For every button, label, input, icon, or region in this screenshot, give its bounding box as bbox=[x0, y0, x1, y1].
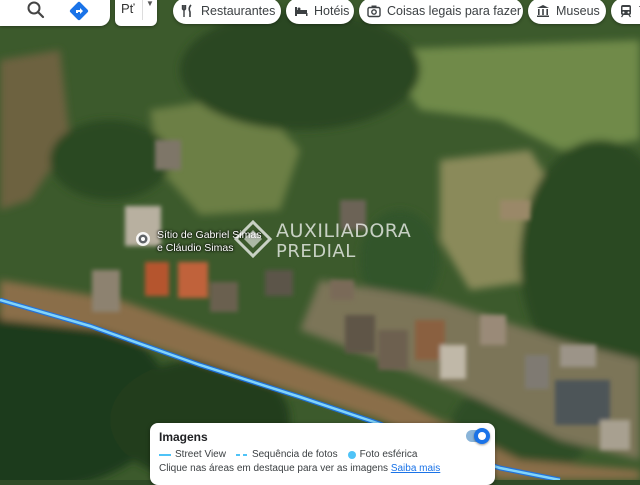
fork-knife-icon bbox=[181, 4, 192, 17]
layer-selector-divider bbox=[142, 0, 143, 20]
search-box[interactable] bbox=[0, 0, 110, 26]
bed-icon bbox=[295, 7, 308, 16]
layer-selector-label: Pť bbox=[121, 1, 135, 16]
watermark-logo bbox=[234, 220, 272, 259]
chip-label: Hotéis bbox=[314, 4, 350, 18]
chip-museus[interactable]: Museus bbox=[528, 0, 606, 24]
legend-street-view: Street View bbox=[159, 449, 226, 460]
imagery-toggle[interactable] bbox=[466, 428, 490, 444]
chip-transit[interactable]: T bbox=[611, 0, 640, 24]
legend-label: Foto esférica bbox=[359, 449, 418, 460]
chevron-down-icon[interactable]: ▼ bbox=[146, 0, 154, 8]
chip-hoteis[interactable]: Hotéis bbox=[286, 0, 354, 24]
chip-restaurantes[interactable]: Restaurantes bbox=[173, 0, 281, 24]
solid-line-swatch bbox=[159, 453, 171, 456]
search-icon[interactable] bbox=[26, 0, 46, 20]
legend-label: Sequência de fotos bbox=[251, 449, 338, 460]
directions-icon[interactable] bbox=[68, 0, 90, 22]
chip-label: Coisas legais para fazer bbox=[387, 4, 522, 18]
place-pin-icon[interactable] bbox=[135, 231, 151, 247]
imagery-panel: Imagens Street View Sequência de fotos F… bbox=[150, 423, 495, 485]
imagery-hint-text: Clique nas áreas em destaque para ver as… bbox=[159, 463, 389, 474]
imagery-legend: Street View Sequência de fotos Foto esfé… bbox=[159, 449, 427, 460]
legend-label: Street View bbox=[175, 449, 226, 460]
dashed-line-swatch bbox=[235, 453, 248, 456]
transit-icon bbox=[621, 5, 631, 18]
imagery-panel-title: Imagens bbox=[159, 430, 208, 444]
layer-selector-button[interactable]: Pť ▼ bbox=[115, 0, 157, 26]
toggle-knob bbox=[474, 428, 490, 444]
museum-icon bbox=[537, 5, 549, 17]
legend-spherical-photo: Foto esférica bbox=[347, 449, 418, 460]
watermark: AUXILIADORA PREDIAL bbox=[234, 218, 434, 264]
top-toolbar: Pť ▼ Restaurantes Hotéis Coisas legais p… bbox=[0, 0, 640, 28]
chip-coisas-legais[interactable]: Coisas legais para fazer bbox=[359, 0, 523, 24]
dot-swatch bbox=[347, 450, 356, 459]
camera-icon bbox=[367, 5, 381, 18]
chip-label: Museus bbox=[556, 4, 600, 18]
legend-photo-sequence: Sequência de fotos bbox=[235, 449, 338, 460]
learn-more-link[interactable]: Saiba mais bbox=[391, 463, 440, 474]
chip-label: Restaurantes bbox=[201, 4, 276, 18]
imagery-hint: Clique nas áreas em destaque para ver as… bbox=[159, 463, 440, 474]
watermark-line2: PREDIAL bbox=[276, 241, 356, 262]
watermark-line1: AUXILIADORA bbox=[276, 220, 412, 242]
